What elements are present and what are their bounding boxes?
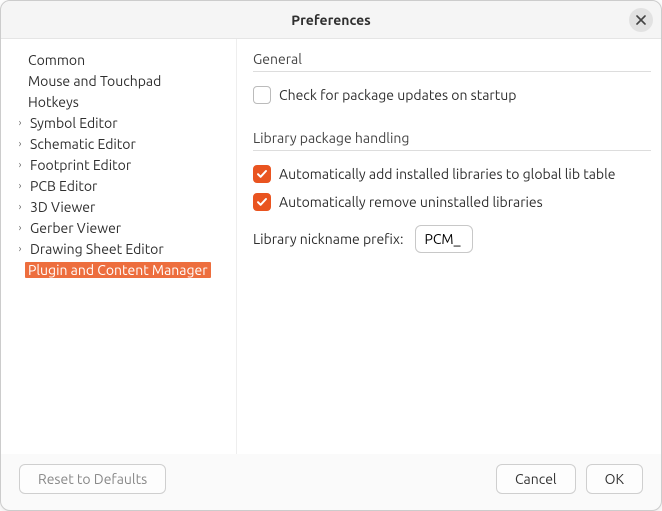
reset-defaults-button[interactable]: Reset to Defaults xyxy=(19,464,166,494)
divider xyxy=(253,71,651,72)
section-title-general: General xyxy=(253,51,651,67)
close-button[interactable] xyxy=(629,8,653,32)
sidebar-item[interactable]: Common xyxy=(9,49,230,70)
sidebar-item[interactable]: ›Schematic Editor xyxy=(9,133,230,154)
sidebar-item[interactable]: Plugin and Content Manager xyxy=(9,259,230,280)
sidebar-item-label: Drawing Sheet Editor xyxy=(27,241,167,257)
sidebar-item[interactable]: ›3D Viewer xyxy=(9,196,230,217)
sidebar-item-label: Symbol Editor xyxy=(27,115,121,131)
chevron-right-icon[interactable]: › xyxy=(13,117,27,128)
section-library: Library package handling Automatically a… xyxy=(253,130,651,253)
check-updates-label: Check for package updates on startup xyxy=(279,87,516,103)
window-title: Preferences xyxy=(291,12,371,28)
prefix-row: Library nickname prefix: xyxy=(253,225,651,253)
chevron-right-icon[interactable]: › xyxy=(13,180,27,191)
sidebar: CommonMouse and TouchpadHotkeys›Symbol E… xyxy=(1,39,237,454)
auto-add-label: Automatically add installed libraries to… xyxy=(279,166,616,182)
sidebar-item-label: PCB Editor xyxy=(27,178,100,194)
chevron-right-icon[interactable]: › xyxy=(13,243,27,254)
sidebar-item[interactable]: ›Gerber Viewer xyxy=(9,217,230,238)
check-updates-row[interactable]: Check for package updates on startup xyxy=(253,86,651,104)
sidebar-item[interactable]: Hotkeys xyxy=(9,91,230,112)
sidebar-item-label: Footprint Editor xyxy=(27,157,134,173)
content-area: CommonMouse and TouchpadHotkeys›Symbol E… xyxy=(1,39,661,454)
sidebar-item-label: 3D Viewer xyxy=(27,199,98,215)
sidebar-item[interactable]: Mouse and Touchpad xyxy=(9,70,230,91)
sidebar-item[interactable]: ›Drawing Sheet Editor xyxy=(9,238,230,259)
sidebar-item-label: Mouse and Touchpad xyxy=(25,73,164,89)
footer: Reset to Defaults Cancel OK xyxy=(1,454,661,510)
settings-panel: General Check for package updates on sta… xyxy=(237,39,661,454)
auto-add-checkbox[interactable] xyxy=(253,165,271,183)
ok-button[interactable]: OK xyxy=(586,464,643,494)
preferences-window: Preferences Common Mouse and Touchpad Hotk… xyxy=(0,0,662,511)
sidebar-item[interactable]: ›PCB Editor xyxy=(9,175,230,196)
check-updates-checkbox[interactable] xyxy=(253,86,271,104)
sidebar-item-label: Hotkeys xyxy=(25,94,82,110)
sidebar-item-label: Common xyxy=(25,52,88,68)
auto-add-row[interactable]: Automatically add installed libraries to… xyxy=(253,165,651,183)
sidebar-item-label: Schematic Editor xyxy=(27,136,139,152)
auto-remove-checkbox[interactable] xyxy=(253,193,271,211)
close-icon xyxy=(636,15,646,25)
sidebar-item[interactable]: ›Footprint Editor xyxy=(9,154,230,175)
sidebar-item-label: Gerber Viewer xyxy=(27,220,124,236)
section-title-library: Library package handling xyxy=(253,130,651,146)
titlebar: Preferences xyxy=(1,1,661,39)
sidebar-item-label: Plugin and Content Manager xyxy=(25,262,211,278)
auto-remove-row[interactable]: Automatically remove uninstalled librari… xyxy=(253,193,651,211)
auto-remove-label: Automatically remove uninstalled librari… xyxy=(279,194,543,210)
prefix-label: Library nickname prefix: xyxy=(253,231,403,247)
chevron-right-icon[interactable]: › xyxy=(13,138,27,149)
chevron-right-icon[interactable]: › xyxy=(13,222,27,233)
divider xyxy=(253,150,651,151)
sidebar-item[interactable]: ›Symbol Editor xyxy=(9,112,230,133)
section-general: General Check for package updates on sta… xyxy=(253,51,651,104)
cancel-button[interactable]: Cancel xyxy=(496,464,576,494)
prefix-input[interactable] xyxy=(415,225,473,253)
chevron-right-icon[interactable]: › xyxy=(13,201,27,212)
chevron-right-icon[interactable]: › xyxy=(13,159,27,170)
